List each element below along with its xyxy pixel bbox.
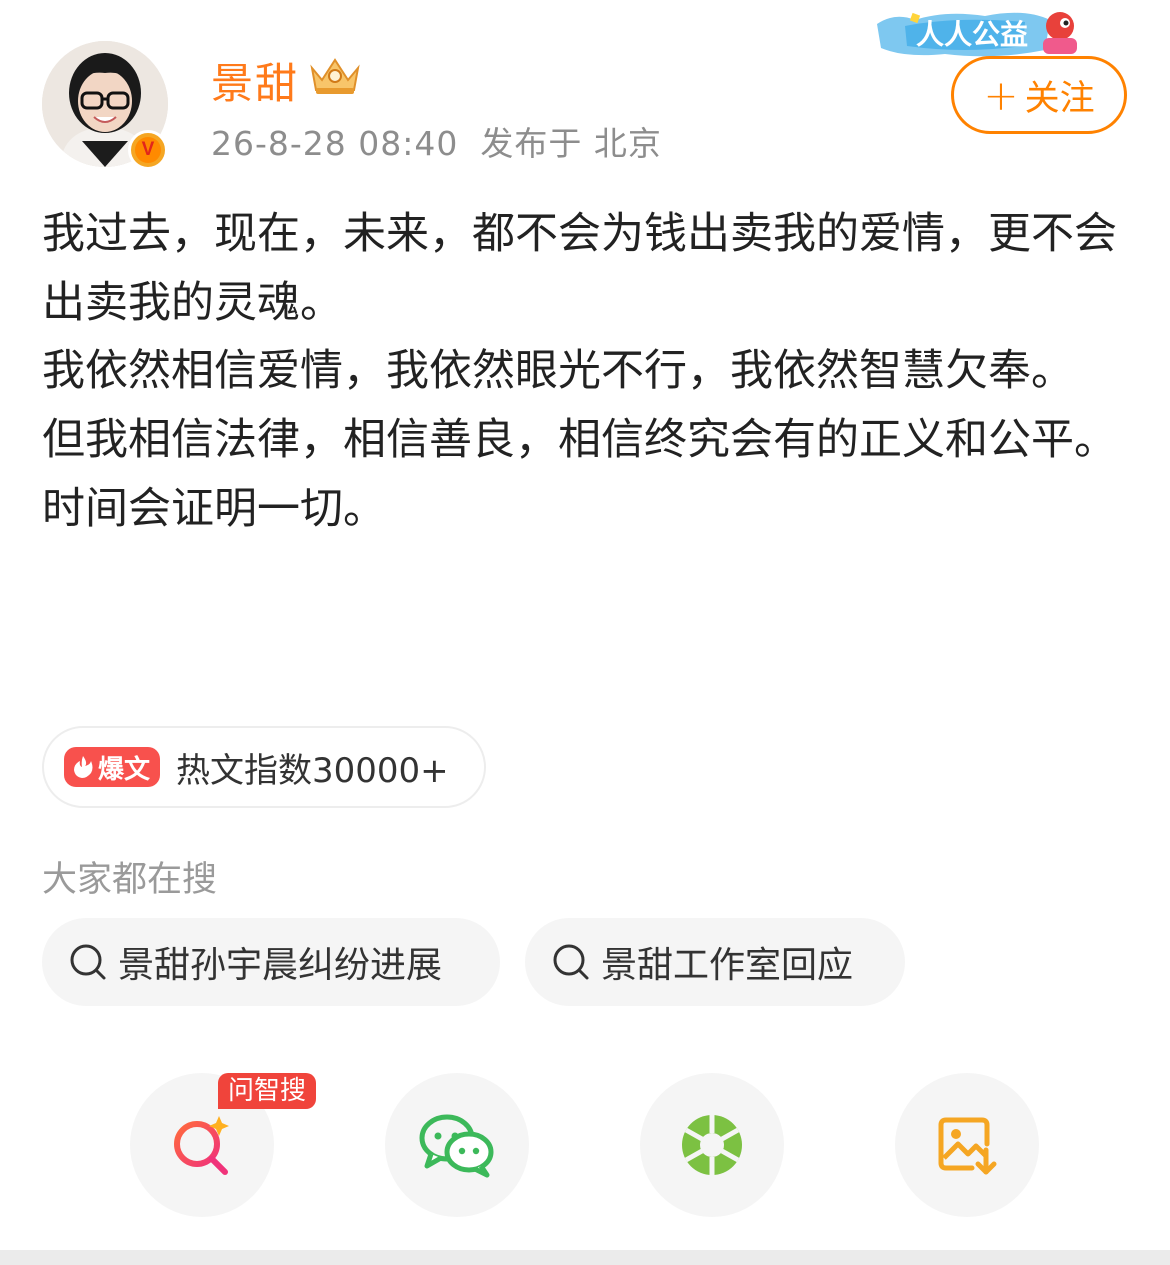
ai-search-icon: [174, 1116, 229, 1175]
hot-index-label: 热文指数30000+: [176, 750, 449, 791]
trending-search-heading: 大家都在搜: [42, 860, 218, 900]
username[interactable]: 景甜: [211, 50, 299, 111]
bottom-divider: [0, 1250, 1170, 1265]
save-image-button[interactable]: [895, 1073, 1039, 1217]
ai-search-tag: 问智搜: [218, 1073, 317, 1109]
post-time: 26-8-28 08:40: [211, 124, 459, 163]
search-chip[interactable]: 景甜工作室回应: [525, 918, 905, 1006]
save-image-icon: [938, 1117, 997, 1175]
post-paragraph: 时间会证明一切。: [42, 483, 386, 534]
post-meta: 26-8-28 08:40 发布于 北京: [211, 117, 662, 165]
post-body: 我过去，现在，未来，都不会为钱出卖我的爱情，更不会出卖我的灵魂。 我依然相信爱情…: [42, 200, 1132, 544]
search-chip-label: 景甜孙宇晨纠纷进展: [118, 945, 443, 986]
search-icon: [70, 944, 106, 980]
hot-index-pill[interactable]: 爆文 热文指数30000+: [42, 726, 486, 808]
plus-icon: +: [983, 70, 1019, 120]
follow-button[interactable]: + 关注: [951, 56, 1127, 134]
flame-icon: [74, 756, 93, 778]
charity-label: 人人公益: [916, 18, 1029, 51]
search-chip[interactable]: 景甜孙宇晨纠纷进展: [42, 918, 500, 1006]
search-icon: [553, 944, 589, 980]
hot-tag: 爆文: [64, 747, 161, 787]
hot-tag-label: 爆文: [98, 754, 151, 785]
post-location: 发布于 北京: [480, 124, 662, 163]
follow-label: 关注: [1024, 78, 1095, 119]
post-paragraph: 我过去，现在，未来，都不会为钱出卖我的爱情，更不会出卖我的灵魂。: [42, 209, 1117, 328]
vip-crown-icon: [310, 58, 360, 94]
post-paragraph: 我依然相信爱情，我依然眼光不行，我依然智慧欠奉。: [42, 346, 1074, 397]
wechat-icon: [419, 1114, 494, 1178]
verified-badge-icon: V: [128, 130, 168, 170]
search-chip-label: 景甜工作室回应: [601, 945, 854, 986]
moments-icon: [682, 1115, 742, 1175]
post-paragraph: 但我相信法律，相信善良，相信终究会有的正义和公平。: [42, 415, 1117, 466]
share-wechat-button[interactable]: [385, 1073, 529, 1217]
share-moments-button[interactable]: [640, 1073, 784, 1217]
